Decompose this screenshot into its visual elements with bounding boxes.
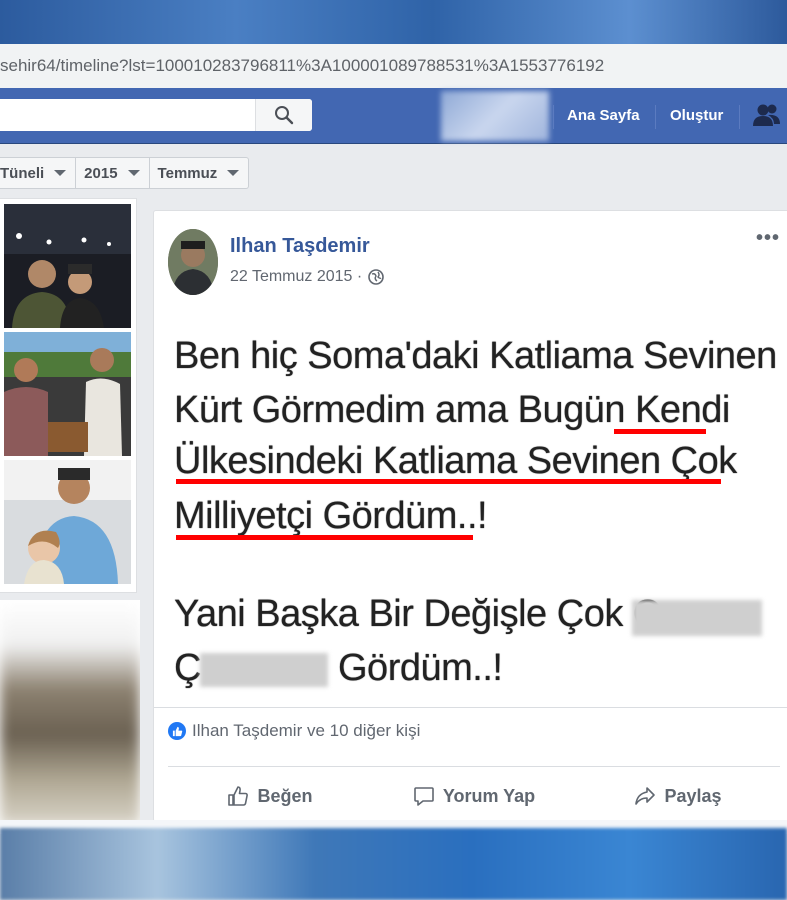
chevron-down-icon xyxy=(127,170,140,176)
divider xyxy=(154,707,787,708)
image-text-line: Milliyetçi Gördüm..! xyxy=(174,495,488,537)
more-options-icon[interactable]: ••• xyxy=(756,227,780,250)
photo-thumbnail[interactable] xyxy=(4,332,131,456)
globe-icon[interactable] xyxy=(368,269,385,285)
share-button[interactable]: Paylaş xyxy=(576,776,780,816)
share-icon xyxy=(635,787,656,805)
like-label: Beğen xyxy=(257,785,313,806)
photo-thumbnail[interactable] xyxy=(4,460,131,584)
like-reaction-icon xyxy=(168,722,186,740)
friend-requests-icon[interactable] xyxy=(752,102,782,128)
chevron-down-icon xyxy=(54,170,67,176)
red-underline xyxy=(614,429,706,434)
post-actions: Beğen Yorum Yap Paylaş xyxy=(168,776,780,816)
address-bar[interactable]: sehir64/timeline?lst=100010283796811%3A1… xyxy=(0,44,787,89)
comment-icon xyxy=(414,787,434,806)
red-underline xyxy=(176,479,721,484)
timeline-filter-dropdown[interactable]: Tüneli xyxy=(0,158,77,188)
search-input[interactable] xyxy=(0,99,312,131)
month-filter-label: Temmuz xyxy=(157,164,218,182)
timeline-filter-label: Tüneli xyxy=(0,164,45,182)
comment-button[interactable]: Yorum Yap xyxy=(372,776,576,816)
post-author-name[interactable]: Ilhan Taşdemir xyxy=(230,235,370,258)
nav-home-link[interactable]: Ana Sayfa xyxy=(567,107,640,124)
blurred-image xyxy=(0,600,140,825)
censor-blur xyxy=(200,653,328,687)
censor-blur xyxy=(632,600,762,636)
facebook-header: Ana Sayfa Oluştur xyxy=(0,88,787,144)
chevron-down-icon xyxy=(227,170,240,176)
desktop-taskbar-blurred xyxy=(0,828,787,900)
image-text-line: Ülkesindeki Katliama Sevinen Çok xyxy=(174,440,737,482)
profile-shortcut-blurred[interactable] xyxy=(441,91,549,141)
search-button[interactable] xyxy=(255,99,312,131)
avatar[interactable] xyxy=(168,229,218,295)
thumbs-up-icon xyxy=(228,786,249,806)
month-filter-dropdown[interactable]: Temmuz xyxy=(150,158,249,188)
image-text-line: Gördüm..! xyxy=(338,647,503,689)
post-meta: 22 Temmuz 2015 · xyxy=(230,268,385,286)
photo-thumbnail[interactable] xyxy=(4,204,131,328)
image-text-line: Ç xyxy=(174,647,201,689)
timeline-filter-bar: Tüneli 2015 Temmuz xyxy=(0,157,250,189)
nav-divider xyxy=(739,105,740,129)
image-text-line: Yani Başka Bir Değişle Çok O xyxy=(174,593,662,635)
year-filter-label: 2015 xyxy=(84,164,118,182)
reactions-summary[interactable]: Ilhan Taşdemir ve 10 diğer kişi xyxy=(168,721,420,741)
post-image[interactable]: Ben hiç Soma'daki Katliama Sevinen Kürt … xyxy=(154,315,787,705)
reactions-text: Ilhan Taşdemir ve 10 diğer kişi xyxy=(192,721,421,740)
nav-divider xyxy=(553,105,554,129)
year-filter-dropdown[interactable]: 2015 xyxy=(76,158,150,188)
post-card: Ilhan Taşdemir 22 Temmuz 2015 · ••• Ben … xyxy=(153,210,787,822)
red-underline xyxy=(176,535,473,540)
post-date[interactable]: 22 Temmuz 2015 · xyxy=(230,268,362,286)
search-icon xyxy=(275,106,294,125)
photos-panel xyxy=(0,198,137,593)
url-text[interactable]: sehir64/timeline?lst=100010283796811%3A1… xyxy=(0,56,604,76)
nav-divider xyxy=(655,105,656,129)
comment-label: Yorum Yap xyxy=(442,785,536,806)
image-text-line: Ben hiç Soma'daki Katliama Sevinen xyxy=(174,335,777,377)
like-button[interactable]: Beğen xyxy=(168,776,372,816)
blurred-sidebar-content xyxy=(0,600,140,825)
share-label: Paylaş xyxy=(664,785,722,806)
nav-create-link[interactable]: Oluştur xyxy=(670,107,723,124)
divider xyxy=(168,766,780,767)
desktop-background-strip xyxy=(0,0,787,44)
image-text-line: Kürt Görmedim ama Bugün Kendi xyxy=(174,389,730,431)
